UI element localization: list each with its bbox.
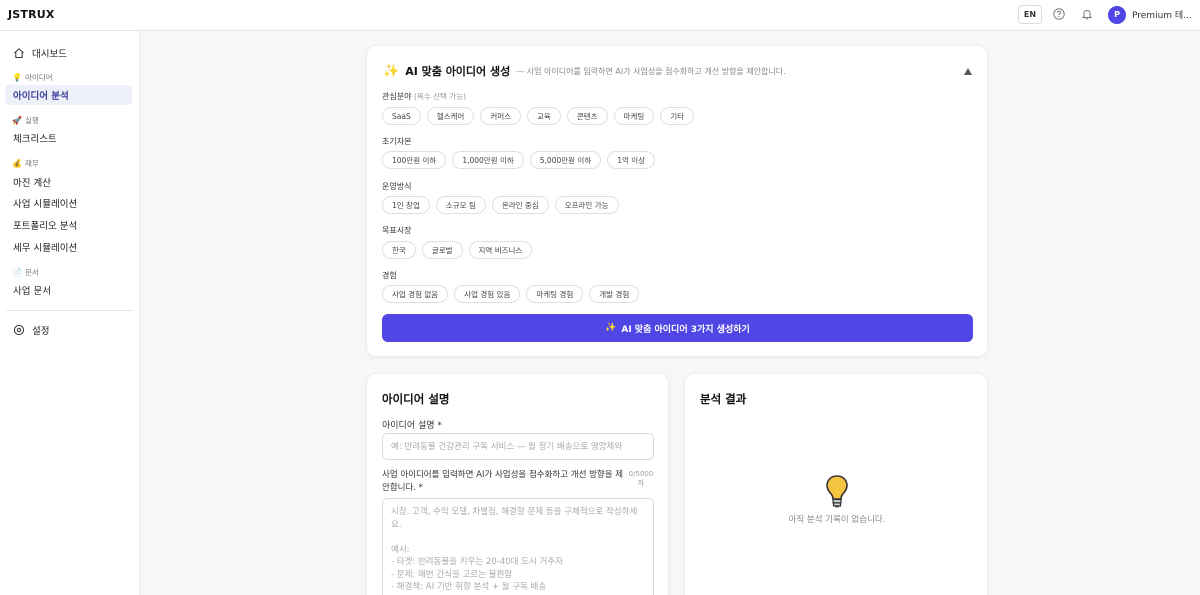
idea-detail-textarea[interactable]: [382, 498, 654, 595]
chip-option[interactable]: 사업 경험 없음: [382, 285, 449, 303]
sidebar-item-business-docs[interactable]: 사업 문서: [5, 280, 132, 300]
chip-option[interactable]: 오프라인 가능: [554, 196, 619, 214]
chip-option[interactable]: 지역 비즈니스: [468, 241, 533, 259]
user-name: Premium 테...: [1132, 11, 1192, 21]
group-label-capital: 초기자본: [382, 137, 412, 146]
chip-option[interactable]: 글로벌: [421, 241, 463, 259]
chip-option[interactable]: 온라인 중심: [491, 196, 549, 214]
lightbulb-icon: [826, 475, 848, 508]
document-icon: 📄: [12, 267, 22, 277]
collapse-triangle-icon[interactable]: [964, 68, 972, 75]
generate-button-label: AI 맞춤 아이디어 3가지 생성하기: [621, 324, 750, 335]
home-icon: [14, 48, 24, 58]
sidebar-item-business-sim[interactable]: 사업 시뮬레이션: [5, 193, 132, 213]
chip-option[interactable]: 기타: [660, 107, 695, 125]
user-menu[interactable]: P Premium 테...: [1108, 5, 1192, 24]
idea-description-card: 아이디어 설명 아이디어 설명 * 사업 아이디어를 입력하면 AI가 사업성을…: [366, 373, 669, 595]
sidebar-item-label: 세무 시뮬레이션: [13, 243, 78, 254]
sidebar-item-label: 대시보드: [32, 49, 67, 60]
app-logo[interactable]: JSTRUX: [8, 8, 55, 21]
chips-market: 한국 글로벌 지역 비즈니스: [382, 241, 533, 259]
sidebar-section-execution: 🚀 실행: [12, 115, 39, 125]
rocket-icon: 🚀: [12, 115, 22, 125]
generate-ideas-button[interactable]: ✨ AI 맞춤 아이디어 3가지 생성하기: [382, 314, 973, 342]
chip-option[interactable]: 한국: [382, 241, 416, 259]
bulb-icon: 💡: [12, 72, 22, 82]
sidebar-item-dashboard[interactable]: 대시보드: [5, 43, 132, 63]
language-button[interactable]: EN: [1018, 5, 1042, 24]
chip-option[interactable]: 사업 경험 있음: [454, 285, 521, 303]
sidebar-section-finance: 💰 재무: [12, 158, 39, 168]
chip-option[interactable]: 1,000만원 이하: [452, 151, 524, 169]
sidebar-divider: [6, 310, 134, 311]
bell-icon[interactable]: [1081, 8, 1093, 20]
chip-option[interactable]: 1억 이상: [607, 151, 656, 169]
sidebar-item-label: 포트폴리오 분석: [13, 221, 78, 232]
sidebar-item-tax-sim[interactable]: 세무 시뮬레이션: [5, 237, 132, 257]
chip-option[interactable]: 소규모 팀: [435, 196, 486, 214]
top-bar: JSTRUX EN P Premium 테...: [0, 0, 1200, 31]
chip-option[interactable]: 헬스케어: [426, 107, 475, 125]
idea-field-label: 아이디어 설명 *: [382, 421, 442, 431]
sidebar: 대시보드 💡 아이디어 아이디어 분석 🚀 실행 체크리스트 💰 재무 마진 계…: [0, 31, 140, 595]
group-label-market: 목표시장: [382, 226, 412, 235]
chip-option[interactable]: 콘텐츠: [566, 107, 608, 125]
generator-subtitle: — 사업 아이디어를 입력하면 AI가 사업성을 점수화하고 개선 방향을 제안…: [516, 66, 786, 76]
chip-option[interactable]: 마케팅: [613, 107, 655, 125]
group-label-interest: 관심분야 (복수 선택 가능): [382, 92, 467, 101]
sidebar-item-portfolio[interactable]: 포트폴리오 분석: [5, 215, 132, 235]
group-label-operation: 운영방식: [382, 182, 412, 191]
sparkle-icon: ✨: [605, 323, 617, 333]
chip-option[interactable]: 1인 창업: [382, 196, 430, 214]
chip-option[interactable]: 커머스: [480, 107, 522, 125]
sidebar-item-label: 사업 시뮬레이션: [13, 199, 78, 210]
sidebar-item-label: 체크리스트: [13, 134, 57, 145]
avatar: P: [1108, 5, 1126, 24]
sidebar-item-settings[interactable]: 설정: [5, 320, 132, 340]
sidebar-item-label: 설정: [32, 326, 50, 337]
empty-state-message: 아직 분석 기록이 없습니다.: [788, 515, 886, 525]
sidebar-item-checklist[interactable]: 체크리스트: [5, 128, 132, 148]
chip-option[interactable]: 교육: [527, 107, 561, 125]
sidebar-item-label: 마진 계산: [13, 178, 51, 189]
sidebar-item-idea-analysis[interactable]: 아이디어 분석: [5, 85, 132, 105]
result-heading: 분석 결과: [700, 392, 747, 406]
sidebar-item-margin-calc[interactable]: 마진 계산: [5, 172, 132, 192]
idea-generator-card: ✨ AI 맞춤 아이디어 생성 — 사업 아이디어를 입력하면 AI가 사업성을…: [366, 45, 988, 357]
help-icon[interactable]: [1053, 8, 1065, 20]
char-counter: 0/5000자: [628, 470, 654, 487]
generator-title: AI 맞춤 아이디어 생성: [405, 65, 511, 78]
sparkle-icon: ✨: [383, 63, 400, 79]
chip-option[interactable]: 마케팅 경험: [526, 285, 584, 303]
chip-option[interactable]: 100만원 이하: [382, 151, 447, 169]
chips-operation: 1인 창업 소규모 팀 온라인 중심 오프라인 가능: [382, 196, 619, 214]
chips-interest: SaaS 헬스케어 커머스 교육 콘텐츠 마케팅 기타: [382, 107, 695, 125]
analysis-result-card: 분석 결과 아직 분석 기록이 없습니다.: [684, 373, 988, 595]
money-bag-icon: 💰: [12, 158, 22, 168]
group-label-experience: 경험: [382, 271, 397, 280]
chips-experience: 사업 경험 없음 사업 경험 있음 마케팅 경험 개발 경험: [382, 285, 640, 303]
sidebar-section-idea: 💡 아이디어: [12, 72, 53, 82]
sidebar-item-label: 아이디어 분석: [13, 91, 69, 102]
chip-option[interactable]: 5,000만원 이하: [529, 151, 602, 169]
chip-option[interactable]: 개발 경험: [589, 285, 640, 303]
sidebar-section-docs: 📄 문서: [12, 267, 39, 277]
chips-capital: 100만원 이하 1,000만원 이하 5,000만원 이하 1억 이상: [382, 151, 656, 169]
sidebar-item-label: 사업 문서: [13, 286, 51, 297]
gear-icon: [13, 324, 25, 336]
idea-detail-label: 사업 아이디어를 입력하면 AI가 사업성을 점수화하고 개선 방향을 제안합니…: [382, 470, 624, 493]
description-heading: 아이디어 설명: [382, 392, 450, 406]
generator-header: ✨ AI 맞춤 아이디어 생성 — 사업 아이디어를 입력하면 AI가 사업성을…: [383, 63, 786, 79]
chip-option[interactable]: SaaS: [382, 107, 421, 125]
idea-input[interactable]: [382, 433, 654, 460]
